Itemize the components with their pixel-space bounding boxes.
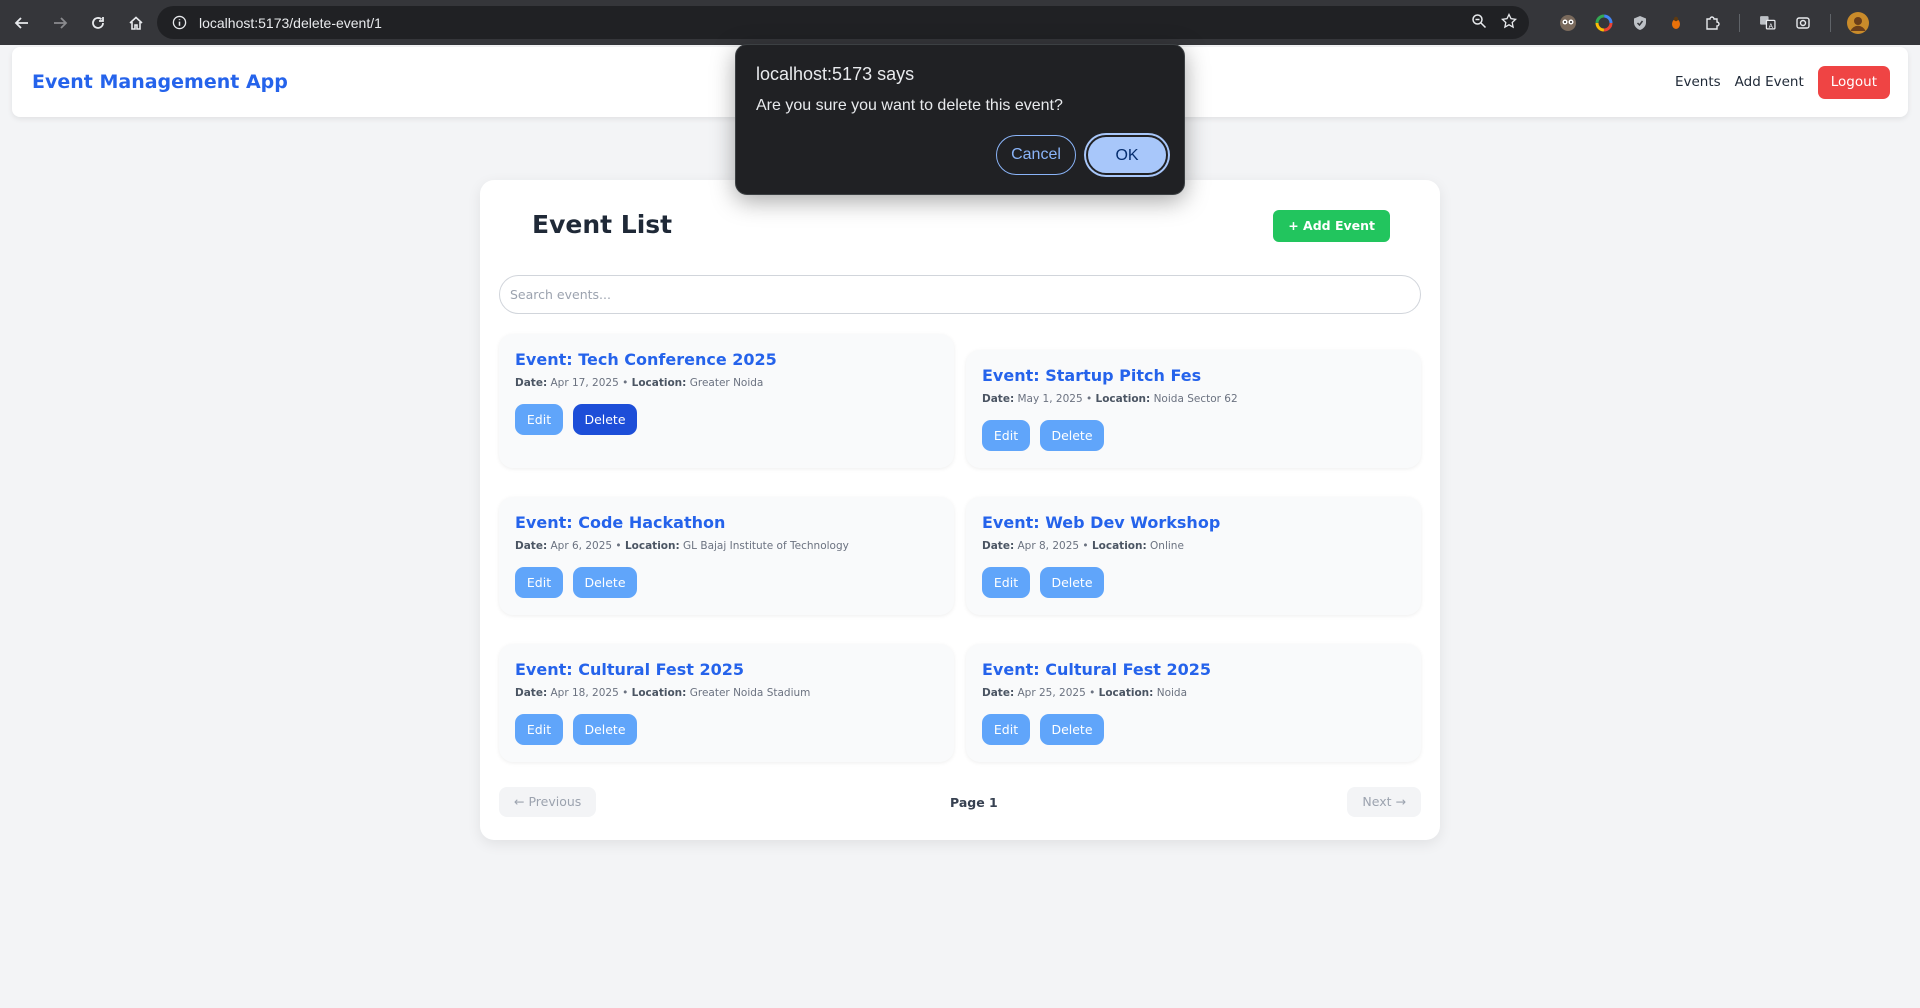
- event-card: Event: Cultural Fest 2025 Date: Apr 25, …: [966, 644, 1421, 762]
- profile-avatar[interactable]: [1845, 10, 1871, 36]
- location-label: Location:: [1095, 393, 1151, 405]
- event-location: Greater Noida: [689, 377, 764, 389]
- translate-icon[interactable]: A: [1754, 10, 1780, 36]
- event-title: Event: Web Dev Workshop: [982, 513, 1221, 532]
- ok-button[interactable]: OK: [1086, 135, 1168, 175]
- toolbar-divider: [1739, 13, 1740, 32]
- confirm-dialog: localhost:5173 says Are you sure you wan…: [735, 44, 1185, 195]
- event-location: Greater Noida Stadium: [689, 687, 811, 699]
- edit-button[interactable]: Edit: [515, 404, 563, 435]
- event-date: Apr 17, 2025: [550, 377, 619, 389]
- event-title: Event: Cultural Fest 2025: [982, 660, 1212, 679]
- event-card: Event: Code Hackathon Date: Apr 6, 2025 …: [499, 497, 954, 615]
- puzzle-extensions-icon[interactable]: [1699, 10, 1725, 36]
- edit-button[interactable]: Edit: [515, 714, 563, 745]
- page-indicator: Page 1: [950, 795, 998, 810]
- nav-links: Events Add Event Logout: [1675, 47, 1890, 117]
- date-label: Date:: [982, 540, 1015, 552]
- event-meta: Date: May 1, 2025 • Location: Noida Sect…: [982, 393, 1238, 405]
- event-title: Event: Startup Pitch Fes: [982, 366, 1202, 385]
- site-info-icon[interactable]: [165, 15, 193, 30]
- url-text[interactable]: localhost:5173/delete-event/1: [199, 15, 382, 31]
- event-title: Event: Tech Conference 2025: [515, 350, 777, 369]
- delete-button[interactable]: Delete: [573, 567, 637, 598]
- search-input[interactable]: [499, 275, 1421, 314]
- edit-button[interactable]: Edit: [515, 567, 563, 598]
- edit-button[interactable]: Edit: [982, 714, 1030, 745]
- location-label: Location:: [631, 377, 687, 389]
- event-meta: Date: Apr 25, 2025 • Location: Noida: [982, 687, 1188, 699]
- shield-extension-icon[interactable]: [1627, 10, 1653, 36]
- extensions-area: A: [1555, 6, 1871, 39]
- event-meta: Date: Apr 18, 2025 • Location: Greater N…: [515, 687, 811, 699]
- reload-icon[interactable]: [80, 5, 116, 41]
- date-label: Date:: [515, 540, 548, 552]
- location-label: Location:: [1098, 687, 1154, 699]
- edit-button[interactable]: Edit: [982, 420, 1030, 451]
- location-label: Location:: [624, 540, 680, 552]
- nav-link-add-event[interactable]: Add Event: [1735, 74, 1804, 90]
- bug-extension-icon[interactable]: [1663, 10, 1689, 36]
- add-event-button[interactable]: + Add Event: [1273, 210, 1390, 242]
- screenshot-icon[interactable]: [1790, 10, 1816, 36]
- app-brand[interactable]: Event Management App: [32, 47, 288, 117]
- event-meta: Date: Apr 17, 2025 • Location: Greater N…: [515, 377, 764, 389]
- event-meta: Date: Apr 6, 2025 • Location: GL Bajaj I…: [515, 540, 849, 552]
- logout-button[interactable]: Logout: [1817, 65, 1890, 99]
- event-date: Apr 6, 2025: [550, 540, 613, 552]
- date-label: Date:: [982, 393, 1015, 405]
- date-label: Date:: [515, 687, 548, 699]
- event-card: Event: Startup Pitch Fes Date: May 1, 20…: [966, 350, 1421, 468]
- date-label: Date:: [982, 687, 1015, 699]
- bookmark-star-icon[interactable]: [1500, 12, 1518, 33]
- event-location: Noida: [1156, 687, 1188, 699]
- event-card: Event: Web Dev Workshop Date: Apr 8, 202…: [966, 497, 1421, 615]
- event-title: Event: Code Hackathon: [515, 513, 726, 532]
- event-location: Noida Sector 62: [1153, 393, 1238, 405]
- event-list-panel: Event List + Add Event Event: Tech Confe…: [480, 180, 1440, 840]
- edit-button[interactable]: Edit: [982, 567, 1030, 598]
- back-icon[interactable]: [4, 5, 40, 41]
- forward-icon[interactable]: [42, 5, 78, 41]
- delete-button[interactable]: Delete: [1040, 567, 1104, 598]
- delete-button[interactable]: Delete: [1040, 714, 1104, 745]
- page-title: Event List: [532, 210, 673, 239]
- event-date: Apr 25, 2025: [1017, 687, 1086, 699]
- color-wheel-extension-icon[interactable]: [1591, 10, 1617, 36]
- previous-page-button[interactable]: ← Previous: [499, 787, 597, 817]
- event-date: Apr 8, 2025: [1017, 540, 1080, 552]
- event-date: May 1, 2025: [1017, 393, 1083, 405]
- cancel-button[interactable]: Cancel: [996, 135, 1076, 175]
- eyes-extension-icon[interactable]: [1555, 10, 1581, 36]
- dialog-title: localhost:5173 says: [756, 64, 915, 84]
- event-card: Event: Tech Conference 2025 Date: Apr 17…: [499, 334, 954, 468]
- event-card: Event: Cultural Fest 2025 Date: Apr 18, …: [499, 644, 954, 762]
- toolbar-divider: [1830, 13, 1831, 32]
- event-title: Event: Cultural Fest 2025: [515, 660, 745, 679]
- event-location: GL Bajaj Institute of Technology: [683, 540, 849, 552]
- home-icon[interactable]: [118, 5, 154, 41]
- zoom-icon[interactable]: [1471, 13, 1487, 33]
- address-bar[interactable]: localhost:5173/delete-event/1: [157, 6, 1529, 39]
- event-date: Apr 18, 2025: [550, 687, 619, 699]
- event-location: Online: [1150, 540, 1184, 552]
- location-label: Location:: [631, 687, 687, 699]
- date-label: Date:: [515, 377, 548, 389]
- next-page-button[interactable]: Next →: [1347, 787, 1421, 817]
- nav-link-events[interactable]: Events: [1675, 74, 1721, 90]
- dialog-message: Are you sure you want to delete this eve…: [756, 97, 1063, 114]
- event-meta: Date: Apr 8, 2025 • Location: Online: [982, 540, 1184, 552]
- browser-toolbar: localhost:5173/delete-event/1 A: [0, 0, 1920, 45]
- delete-button[interactable]: Delete: [573, 714, 637, 745]
- delete-button[interactable]: Delete: [573, 404, 637, 435]
- delete-button[interactable]: Delete: [1040, 420, 1104, 451]
- svg-text:A: A: [1768, 22, 1773, 30]
- location-label: Location:: [1091, 540, 1147, 552]
